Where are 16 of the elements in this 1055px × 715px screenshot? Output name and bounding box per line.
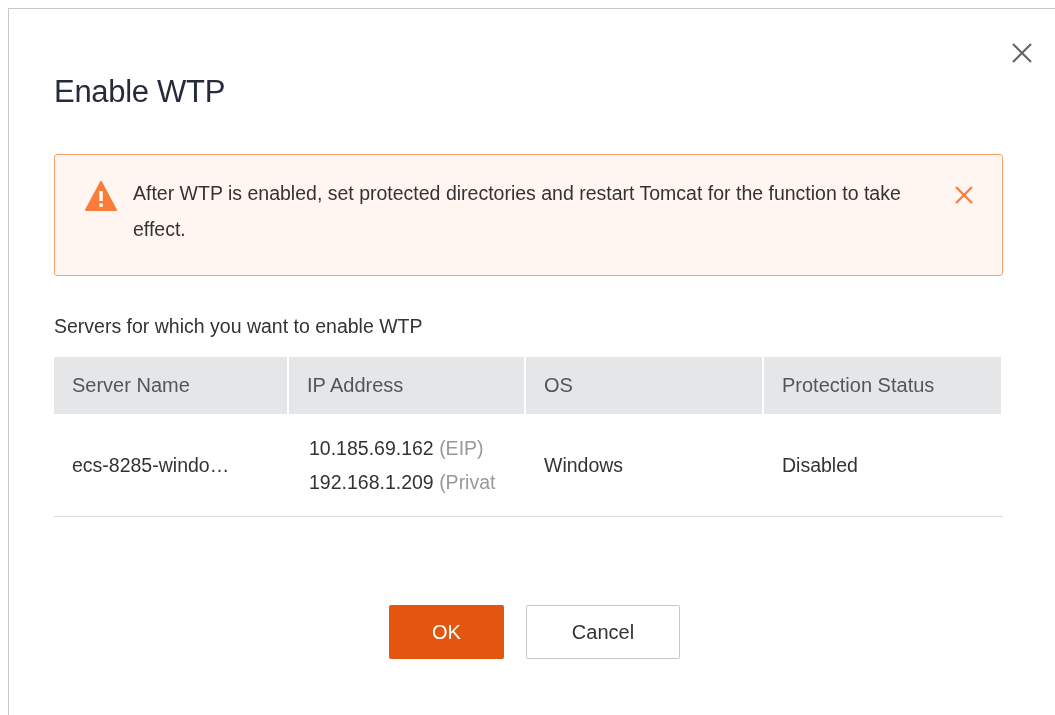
column-header: OS bbox=[526, 357, 764, 414]
ip-address: 10.185.69.162 (EIP) bbox=[309, 436, 484, 461]
alert-message: After WTP is enabled, set protected directories and restart Tomcat for the function to take effect. bbox=[133, 181, 902, 242]
table-cell-text: ecs-8285-windo… bbox=[71, 452, 231, 478]
column-header: Protection Status bbox=[764, 357, 1003, 414]
dialog-title: Enable WTP bbox=[54, 73, 226, 111]
ok-button[interactable]: OK bbox=[389, 605, 504, 659]
close-icon[interactable] bbox=[1011, 42, 1033, 64]
column-header: IP Address bbox=[289, 357, 526, 414]
cancel-button[interactable]: Cancel bbox=[526, 605, 680, 659]
table-cell-text: Windows bbox=[543, 452, 625, 478]
column-header: Server Name bbox=[54, 357, 289, 414]
table-cell-text: Disabled bbox=[781, 452, 859, 478]
ip-address: 192.168.1.209 (Privat bbox=[309, 470, 496, 495]
warning-icon bbox=[85, 181, 117, 211]
section-label: Servers for which you want to enable WTP bbox=[54, 314, 424, 339]
